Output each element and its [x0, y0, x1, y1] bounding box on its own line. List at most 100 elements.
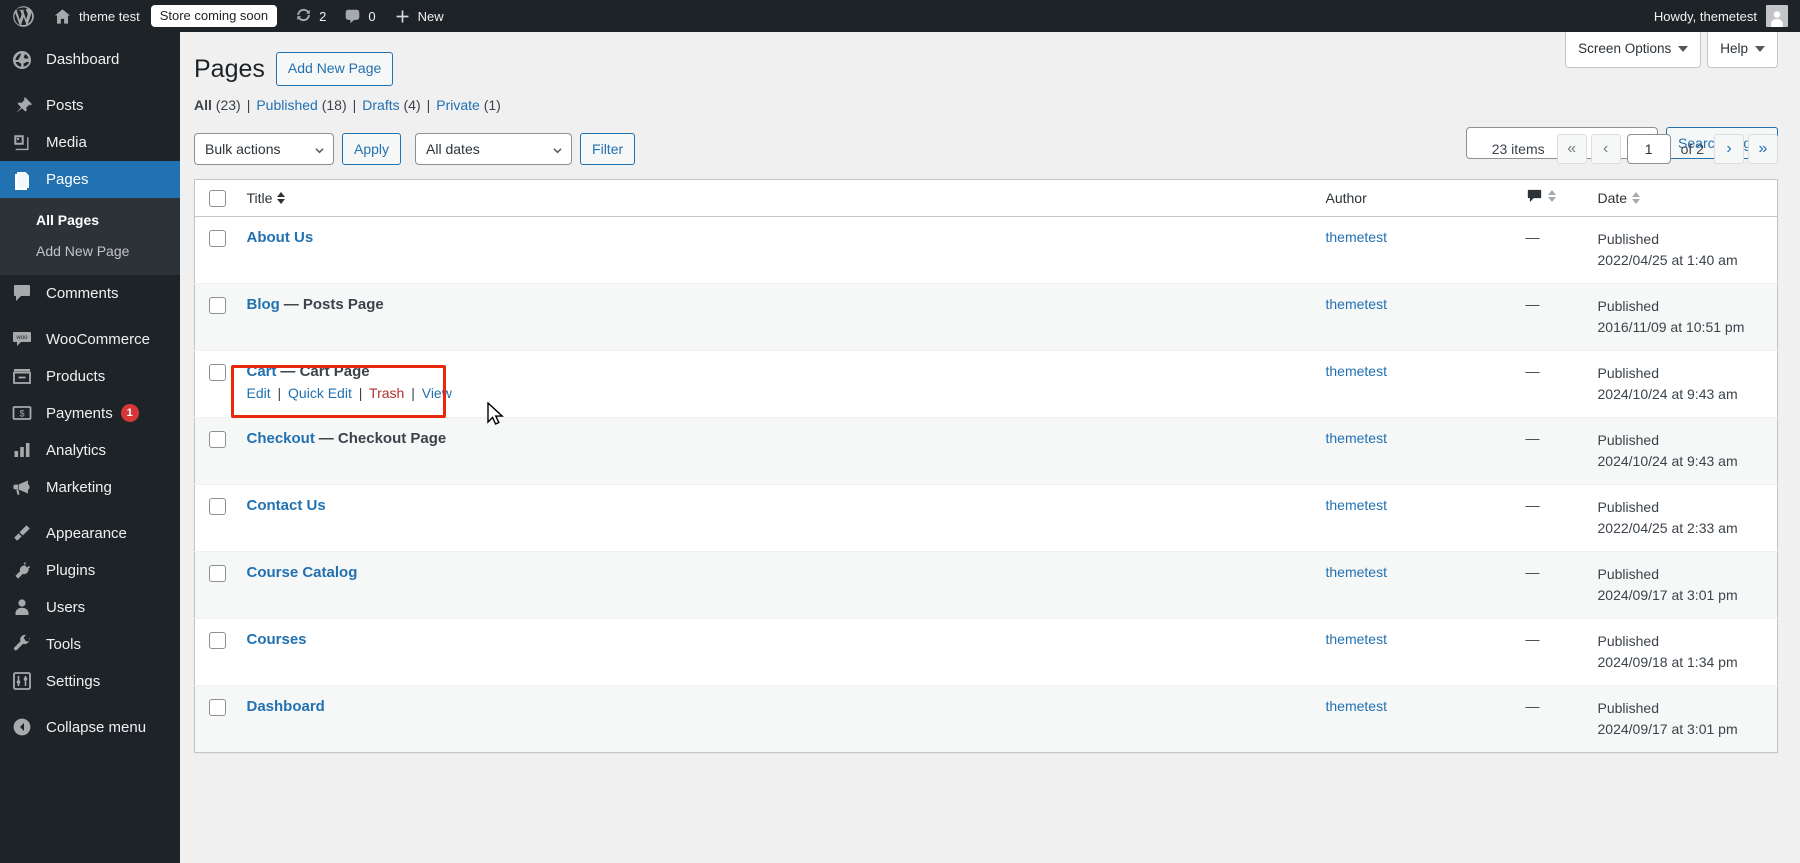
- page-title-link[interactable]: Dashboard: [247, 698, 325, 715]
- page-title-link[interactable]: Blog: [247, 296, 280, 313]
- prev-page-button[interactable]: ‹: [1590, 133, 1621, 164]
- page-title-link[interactable]: Courses: [247, 631, 307, 648]
- store-coming-soon-badge[interactable]: Store coming soon: [149, 0, 286, 32]
- date-filter-select[interactable]: All dates: [415, 132, 573, 165]
- row-action-quick-edit[interactable]: Quick Edit: [288, 385, 352, 401]
- column-header-comments[interactable]: [1515, 179, 1588, 217]
- comments-value: —: [1525, 697, 1540, 714]
- screen-options-button[interactable]: Screen Options: [1565, 32, 1702, 68]
- sidebar-item-appearance[interactable]: Appearance: [0, 515, 180, 552]
- admin-bar: theme test Store coming soon 2 0 New How…: [0, 0, 1800, 32]
- author-link[interactable]: themetest: [1326, 363, 1387, 379]
- page-title-link[interactable]: Course Catalog: [247, 564, 358, 581]
- row-action-edit[interactable]: Edit: [247, 385, 271, 401]
- sidebar-item-pages[interactable]: Pages: [0, 161, 188, 198]
- author-header-label: Author: [1325, 189, 1367, 206]
- row-checkbox[interactable]: [209, 497, 226, 515]
- date-status: Published: [1597, 297, 1660, 314]
- author-link[interactable]: themetest: [1326, 564, 1387, 580]
- site-name-menu[interactable]: theme test: [44, 0, 149, 32]
- column-header-title[interactable]: Title: [236, 179, 1316, 217]
- comments-button[interactable]: 0: [335, 0, 384, 32]
- apply-button[interactable]: Apply: [342, 132, 402, 165]
- author-link[interactable]: themetest: [1326, 430, 1387, 446]
- row-action-trash[interactable]: Trash: [369, 385, 404, 401]
- first-page-button[interactable]: «: [1556, 133, 1587, 164]
- table-row: Dashboard themetest — Published 2024/09/…: [194, 684, 1778, 753]
- last-page-button[interactable]: »: [1748, 133, 1778, 164]
- select-all-checkbox[interactable]: [209, 189, 226, 207]
- author-link[interactable]: themetest: [1326, 631, 1387, 647]
- row-select-cell: [194, 550, 237, 619]
- row-checkbox[interactable]: [209, 296, 226, 314]
- user-avatar-icon: [1771, 11, 1783, 27]
- bulk-actions-select[interactable]: Bulk actions: [194, 132, 334, 165]
- view-private-link[interactable]: Private: [436, 97, 480, 113]
- author-link[interactable]: themetest: [1326, 497, 1387, 513]
- submenu-item-all-pages[interactable]: All Pages: [0, 205, 180, 236]
- row-action-view[interactable]: View: [422, 385, 452, 401]
- view-all-link[interactable]: All: [194, 97, 212, 113]
- users-icon: [12, 597, 36, 617]
- sidebar-item-dashboard[interactable]: Dashboard: [0, 41, 180, 78]
- collapse-menu-button[interactable]: Collapse menu: [0, 709, 180, 746]
- row-checkbox[interactable]: [209, 363, 226, 381]
- row-select-cell: [194, 617, 237, 686]
- page-title-link[interactable]: Cart: [247, 363, 277, 380]
- sidebar-item-marketing[interactable]: Marketing: [0, 469, 180, 506]
- sidebar-item-plugins[interactable]: Plugins: [0, 552, 180, 589]
- view-published-link[interactable]: Published: [256, 97, 318, 113]
- screen-options-label: Screen Options: [1578, 41, 1672, 56]
- row-checkbox[interactable]: [209, 229, 226, 247]
- screen-meta-links: Screen Options Help: [1565, 32, 1778, 68]
- next-page-button[interactable]: ›: [1714, 133, 1744, 164]
- comments-value: —: [1525, 630, 1540, 647]
- page-title-link[interactable]: Checkout: [247, 430, 315, 447]
- column-header-date[interactable]: Date: [1587, 179, 1778, 217]
- page-title-link[interactable]: Contact Us: [247, 497, 326, 514]
- sidebar-item-analytics[interactable]: Analytics: [0, 432, 180, 469]
- sort-date-link[interactable]: Date: [1598, 190, 1628, 206]
- sidebar-item-products[interactable]: Products: [0, 358, 180, 395]
- row-checkbox[interactable]: [209, 564, 226, 582]
- sidebar-item-tools[interactable]: Tools: [0, 626, 180, 663]
- table-header-row: Title Author Date: [194, 179, 1778, 217]
- sidebar-item-media[interactable]: Media: [0, 124, 180, 161]
- sidebar-item-users[interactable]: Users: [0, 589, 180, 626]
- current-page-input[interactable]: [1626, 133, 1671, 164]
- date-status: Published: [1597, 364, 1660, 381]
- sidebar-item-comments[interactable]: Comments: [0, 275, 180, 312]
- new-content-button[interactable]: New: [385, 0, 453, 32]
- sidebar-item-payments[interactable]: $ Payments 1: [0, 395, 180, 432]
- add-new-page-button[interactable]: Add New Page: [275, 52, 394, 86]
- sort-title-link[interactable]: Title: [247, 190, 273, 206]
- author-link[interactable]: themetest: [1326, 698, 1387, 714]
- filter-button[interactable]: Filter: [580, 132, 636, 165]
- sidebar-item-label: Products: [46, 367, 106, 385]
- howdy-label[interactable]: Howdy, themetest: [1654, 9, 1757, 24]
- date-value: 2022/04/25 at 2:33 am: [1597, 519, 1738, 536]
- help-button[interactable]: Help: [1707, 32, 1778, 68]
- author-link[interactable]: themetest: [1326, 296, 1387, 312]
- submenu-item-add-new-page[interactable]: Add New Page: [0, 236, 180, 267]
- row-checkbox[interactable]: [209, 631, 226, 649]
- row-checkbox[interactable]: [209, 698, 226, 716]
- updates-button[interactable]: 2: [286, 0, 335, 32]
- row-comments-cell: —: [1516, 216, 1588, 283]
- page-title-link[interactable]: About Us: [247, 229, 314, 246]
- view-published-count: (18): [321, 96, 347, 113]
- sidebar-item-settings[interactable]: Settings: [0, 663, 180, 700]
- wordpress-logo-button[interactable]: [0, 0, 44, 32]
- page-state-label: — Checkout Page: [318, 429, 447, 447]
- admin-bar-left: theme test Store coming soon 2 0 New: [0, 0, 453, 32]
- sidebar-item-posts[interactable]: Posts: [0, 87, 180, 124]
- sidebar-item-woocommerce[interactable]: woo WooCommerce: [0, 321, 180, 358]
- author-link[interactable]: themetest: [1326, 229, 1387, 245]
- avatar[interactable]: [1766, 5, 1788, 27]
- row-title-cell: Courses: [236, 617, 1316, 686]
- row-checkbox[interactable]: [209, 430, 226, 448]
- view-all-count: (23): [215, 96, 241, 113]
- chevron-down-icon: [1678, 45, 1689, 52]
- view-drafts-link[interactable]: Drafts: [362, 97, 399, 113]
- row-author-cell: themetest: [1316, 216, 1516, 283]
